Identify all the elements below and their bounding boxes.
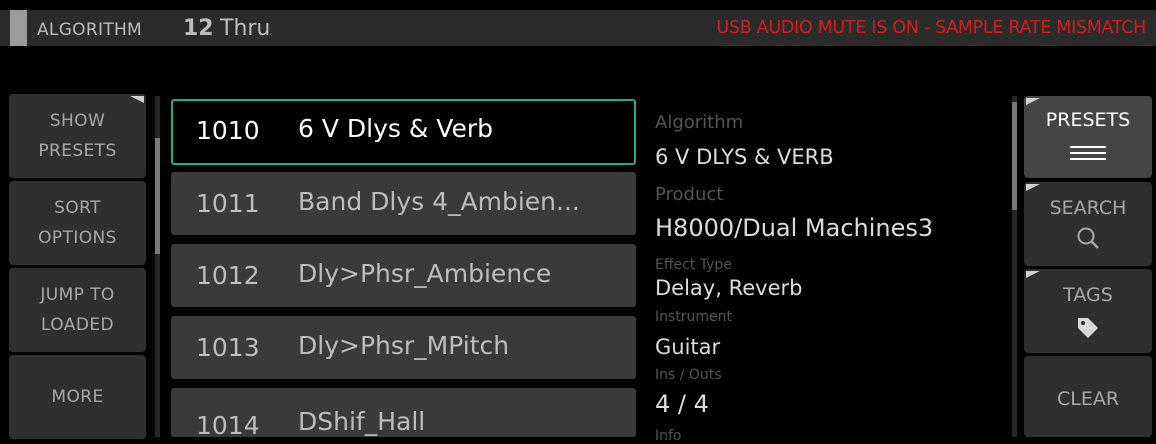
button-label-line1: MORE (51, 387, 104, 407)
preset-name: Dly>Phsr_MPitch (298, 331, 510, 360)
preset-number: 1011 (196, 189, 260, 218)
product-value: H8000/Dual Machines3 (655, 214, 934, 242)
list-scrollbar[interactable] (155, 96, 160, 437)
info-scrollbar-thumb[interactable] (1012, 102, 1017, 210)
list-icon (1024, 144, 1152, 162)
warning-message: USB AUDIO MUTE IS ON - SAMPLE RATE MISMA… (716, 18, 1146, 38)
clear-button-label: CLEAR (1056, 388, 1120, 410)
tags-button[interactable]: TAGS (1024, 269, 1152, 353)
instrument-label: Instrument (655, 309, 733, 325)
presets-button[interactable]: PRESETS (1024, 96, 1152, 178)
preset-name: Dly>Phsr_Ambience (298, 259, 552, 288)
search-button[interactable]: SEARCH (1024, 182, 1152, 266)
info-label-partial: Info (655, 428, 682, 444)
preset-name: 6 V Dlys & Verb (298, 114, 493, 143)
algorithm-number: 12 (183, 16, 214, 41)
product-label: Product (655, 184, 724, 205)
preset-number: 1014 (196, 411, 260, 437)
preset-name: DShif_Hall (298, 407, 426, 436)
tag-icon (1024, 316, 1152, 340)
preset-number: 1010 (196, 116, 260, 145)
effect-type-value: Delay, Reverb (655, 276, 803, 300)
button-label-line2: LOADED (41, 315, 114, 335)
presets-button-label: PRESETS (1045, 109, 1131, 131)
preset-row[interactable]: 1014 DShif_Hall (171, 388, 636, 437)
preset-number: 1012 (196, 261, 260, 290)
button-label-line1: SHOW (49, 111, 106, 131)
more-button[interactable]: MORE (9, 355, 146, 439)
button-corner-indicator (1026, 271, 1040, 278)
button-label-line2: PRESETS (38, 141, 117, 161)
tags-button-label: TAGS (1063, 284, 1113, 306)
instrument-value: Guitar (655, 335, 721, 359)
preset-name: Band Dlys 4_Ambien... (298, 187, 580, 216)
clear-button[interactable]: CLEAR (1024, 356, 1152, 437)
jump-to-loaded-button[interactable]: JUMP TO LOADED (9, 268, 146, 352)
show-presets-button[interactable]: SHOW PRESETS (9, 94, 146, 178)
effect-type-label: Effect Type (655, 257, 732, 273)
preset-row-selected[interactable]: 1010 6 V Dlys & Verb (171, 99, 636, 165)
algorithm-info-label: Algorithm (655, 112, 744, 133)
preset-row[interactable]: 1013 Dly>Phsr_MPitch (171, 316, 636, 379)
search-icon (1024, 226, 1152, 250)
algorithm-info-value: 6 V DLYS & VERB (655, 145, 834, 169)
sort-options-button[interactable]: SORT OPTIONS (9, 181, 146, 265)
algorithm-name: Thru (220, 16, 271, 41)
button-corner-indicator (1026, 184, 1040, 191)
button-corner-indicator (1026, 98, 1040, 105)
button-label-line2: OPTIONS (38, 228, 117, 248)
header-bar: ALGORITHM 12 Thru USB AUDIO MUTE IS ON -… (0, 10, 1156, 46)
search-button-label: SEARCH (1049, 197, 1127, 219)
info-scrollbar[interactable] (1012, 96, 1017, 437)
preset-row[interactable]: 1011 Band Dlys 4_Ambien... (171, 172, 636, 235)
header-label: ALGORITHM (37, 20, 143, 40)
header-marker (10, 10, 27, 46)
preset-row[interactable]: 1012 Dly>Phsr_Ambience (171, 244, 636, 307)
list-scrollbar-thumb[interactable] (155, 138, 160, 254)
preset-number: 1013 (196, 333, 260, 362)
ins-outs-value: 4 / 4 (655, 390, 709, 418)
button-label-line1: JUMP TO (40, 285, 115, 305)
button-corner-indicator (130, 96, 144, 103)
ins-outs-label: Ins / Outs (655, 367, 722, 383)
button-label-line1: SORT (54, 198, 101, 218)
